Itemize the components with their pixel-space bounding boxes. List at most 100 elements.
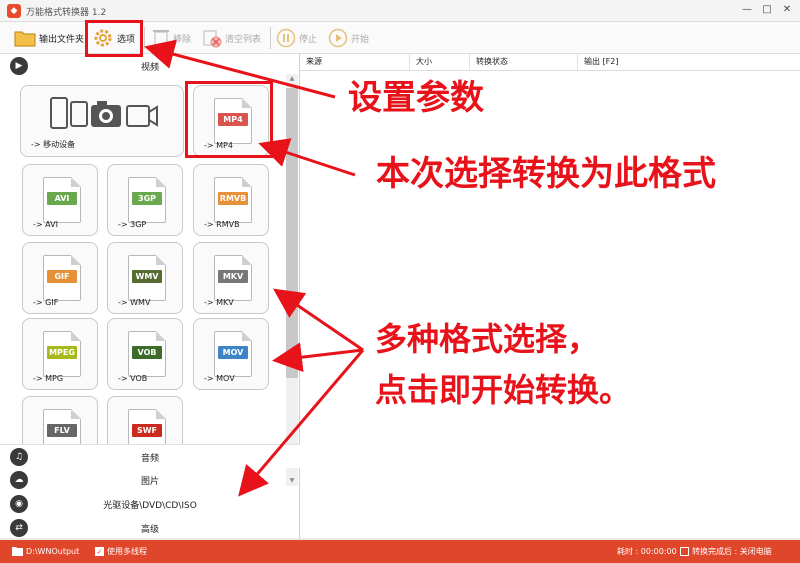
file-icon: MPEG — [43, 331, 81, 377]
stop-button[interactable]: 停止 — [276, 24, 317, 52]
file-icon: SWF — [128, 409, 166, 445]
category-disc[interactable]: ◉ 光驱设备\DVD\CD\ISO — [0, 492, 300, 516]
file-badge: MPEG — [47, 346, 77, 359]
category-audio[interactable]: ♫ 音频 — [0, 444, 300, 468]
category-image-label: 图片 — [140, 477, 159, 487]
category-disc-label: 光驱设备\DVD\CD\ISO — [103, 501, 197, 511]
output-folder-button[interactable]: 输出文件夹 — [14, 24, 84, 52]
checkbox-unchecked-icon — [680, 547, 689, 556]
start-button[interactable]: 开始 — [328, 24, 369, 52]
clear-list-icon — [203, 30, 222, 48]
format-tile-label: -> MPG — [33, 374, 64, 383]
multithread-checkbox[interactable]: ✓ 使用多线程 — [95, 546, 147, 557]
file-badge: 3GP — [132, 192, 162, 205]
category-audio-label: 音频 — [140, 454, 159, 464]
format-tile-label: -> RMVB — [204, 220, 240, 229]
file-icon: RMVB — [214, 177, 252, 223]
format-tile-mov[interactable]: MOV -> MOV — [193, 318, 269, 390]
format-tile-label: -> GIF — [33, 298, 59, 307]
category-video[interactable]: ▶ 视频 — [0, 54, 300, 78]
trash-icon — [153, 30, 169, 47]
format-tile-mkv[interactable]: MKV -> MKV — [193, 242, 269, 314]
start-label: 开始 — [351, 34, 370, 45]
category-video-label: 视频 — [140, 63, 159, 73]
format-tile-wmv[interactable]: WMV -> WMV — [107, 242, 183, 314]
toolbar-divider — [270, 27, 271, 49]
elapsed-time: 耗时 : 00:00:00 — [617, 546, 677, 557]
category-advanced-label: 高级 — [140, 525, 159, 535]
file-icon: MKV — [214, 255, 252, 301]
elapsed-time-text: 耗时 : 00:00:00 — [617, 547, 677, 556]
close-button[interactable]: ✕ — [780, 3, 794, 17]
file-icon: AVI — [43, 177, 81, 223]
status-bar: D:\WNOutput ✓ 使用多线程 耗时 : 00:00:00 转换完成后 … — [0, 540, 800, 563]
shutdown-checkbox[interactable]: 转换完成后 : 关闭电脑 — [680, 546, 772, 557]
format-tile-label: -> WMV — [118, 298, 151, 307]
category-advanced[interactable]: ⇄ 高级 — [0, 516, 300, 540]
shutdown-label: 转换完成后 : 关闭电脑 — [692, 547, 772, 556]
app-logo-icon: ◆ — [7, 4, 21, 18]
multithread-label: 使用多线程 — [107, 547, 147, 556]
format-tile-label: -> AVI — [33, 220, 58, 229]
scroll-up-arrow-icon[interactable]: ▲ — [286, 74, 298, 84]
folder-icon — [12, 547, 23, 556]
file-icon: FLV — [43, 409, 81, 445]
file-badge: VOB — [132, 346, 162, 359]
format-tile-rmvb[interactable]: RMVB -> RMVB — [193, 164, 269, 236]
file-badge: MOV — [218, 346, 248, 359]
format-tile-mobile[interactable]: -> 移动设备 — [20, 85, 184, 157]
format-tile-mpg[interactable]: MPEG -> MPG — [22, 318, 98, 390]
options-highlight-box — [85, 20, 143, 57]
clear-list-button[interactable]: 清空列表 — [202, 24, 261, 52]
stop-label: 停止 — [299, 34, 318, 45]
format-tile-swf[interactable]: SWF — [107, 396, 183, 445]
play-icon — [328, 28, 348, 48]
output-path-text: D:\WNOutput — [26, 546, 80, 556]
file-icon: VOB — [128, 331, 166, 377]
annotation-settings: 设置参数 — [348, 78, 484, 118]
pause-icon — [276, 28, 296, 48]
file-badge: AVI — [47, 192, 77, 205]
tiles-scrollbar[interactable]: ▲ ▼ — [286, 74, 298, 486]
file-icon: MOV — [214, 331, 252, 377]
remove-button[interactable]: 移除 — [152, 24, 191, 52]
file-icon: 3GP — [128, 177, 166, 223]
format-tile-3gp[interactable]: 3GP -> 3GP — [107, 164, 183, 236]
file-badge: RMVB — [218, 192, 248, 205]
format-tile-flv[interactable]: FLV — [22, 396, 98, 445]
column-header-status[interactable]: 转换状态 — [470, 54, 578, 70]
column-header-size[interactable]: 大小 — [410, 54, 470, 70]
format-tile-label: -> 3GP — [118, 220, 147, 229]
clear-list-label: 清空列表 — [225, 34, 262, 45]
minimize-button[interactable]: — — [740, 3, 754, 17]
column-header-output[interactable]: 输出 [F2] — [578, 54, 800, 70]
scrollbar-thumb[interactable] — [286, 88, 298, 378]
column-header-source[interactable]: 来源 — [300, 54, 410, 70]
maximize-button[interactable]: □ — [760, 3, 774, 17]
file-badge: GIF — [47, 270, 77, 283]
file-icon: GIF — [43, 255, 81, 301]
format-tile-label: -> MOV — [204, 374, 235, 383]
output-path[interactable]: D:\WNOutput — [12, 546, 79, 556]
format-tile-label: -> MKV — [204, 298, 234, 307]
file-badge: MKV — [218, 270, 248, 283]
file-badge: FLV — [47, 424, 77, 437]
mp4-highlight-box — [185, 81, 273, 158]
output-folder-label: 输出文件夹 — [39, 34, 85, 45]
format-tile-avi[interactable]: AVI -> AVI — [22, 164, 98, 236]
annotation-multi-line1: 多种格式选择， — [375, 320, 600, 358]
title-bar: ◆ 万能格式转换器 1.2 — □ ✕ — [0, 0, 800, 22]
format-tile-label: -> VOB — [118, 374, 148, 383]
annotation-format: 本次选择转换为此格式 — [376, 154, 716, 194]
toolbar-divider — [144, 27, 145, 49]
file-badge: SWF — [132, 424, 162, 437]
format-tile-gif[interactable]: GIF -> GIF — [22, 242, 98, 314]
file-badge: WMV — [132, 270, 162, 283]
format-tile-vob[interactable]: VOB -> VOB — [107, 318, 183, 390]
category-image[interactable]: ☁ 图片 — [0, 468, 300, 492]
window-title: 万能格式转换器 1.2 — [26, 8, 107, 18]
mobile-devices-icon — [50, 97, 158, 129]
annotation-multi-line2: 点击即开始转换。 — [375, 371, 632, 409]
file-list-table[interactable]: 来源 大小 转换状态 输出 [F2] — [300, 54, 800, 538]
remove-label: 移除 — [173, 34, 192, 45]
